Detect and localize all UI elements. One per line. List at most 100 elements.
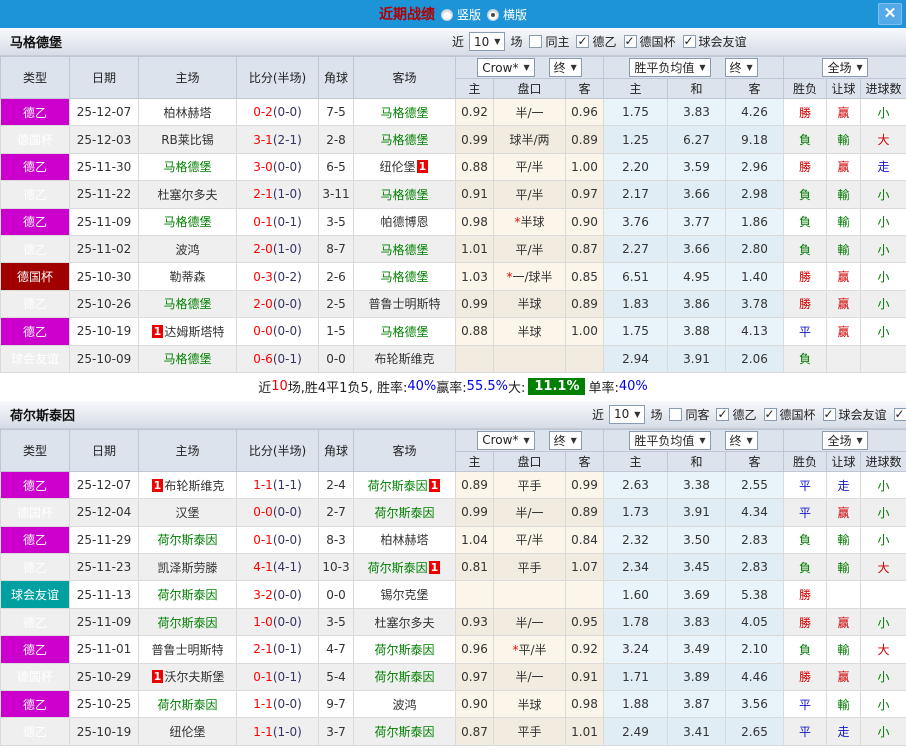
avg-win-odds: 3.76 [603, 207, 669, 236]
match-date: 25-10-30 [69, 262, 139, 291]
handicap-cell: 平/半 [493, 180, 566, 209]
home-odds: 0.87 [455, 717, 494, 746]
handicap-cell: 平手 [493, 553, 566, 582]
checkbox-checked[interactable] [576, 34, 590, 48]
team-name: RB莱比锡 [161, 133, 214, 148]
header-dropdown[interactable]: 终 ▼ [548, 430, 582, 450]
handicap-cell: 平/半 [493, 525, 566, 555]
halftime-score: (0-0) [272, 296, 302, 311]
checkbox-unchecked[interactable] [529, 35, 543, 48]
match-count-dropdown[interactable]: 10 ▼ [609, 404, 646, 424]
radio-selected-icon[interactable] [487, 9, 499, 21]
away-team-cell: 荷尔斯泰因 [353, 662, 456, 692]
handicap-value: 半球 [517, 297, 542, 312]
handicap-value: 平/半 [515, 242, 544, 257]
checkbox-checked[interactable] [763, 407, 777, 421]
chevron-down-icon: ▼ [856, 435, 863, 445]
near-label: 近 [452, 35, 465, 49]
result-outcome: 勝 [783, 580, 828, 609]
home-team-cell: 1 沃尔夫斯堡 [138, 662, 237, 692]
match-row: 德乙 25-10-19 纽伦堡 1-1(1-0) 3-7 荷尔斯泰因 0.87 平手 1.01 2… [0, 717, 906, 746]
avg-draw-odds: 3.83 [667, 607, 727, 637]
header-dropdown[interactable]: 胜平负均值 ▼ [629, 430, 711, 450]
header-dropdown[interactable]: 终 ▼ [548, 58, 582, 77]
checkbox-checked[interactable] [716, 407, 730, 421]
result-outcome: 負 [783, 553, 828, 582]
header-dropdown[interactable]: 全场 ▼ [822, 58, 868, 77]
result-handicap: 輸 [826, 690, 862, 719]
result-outcome: 負 [783, 635, 828, 664]
handicap-value: 平手 [517, 560, 542, 575]
league-filter-label: 德乙 [592, 35, 617, 49]
sub-column-header: 进球数 [860, 450, 906, 472]
team-name: 马格德堡 [380, 105, 429, 120]
checkbox-checked[interactable] [682, 34, 696, 48]
radio-unselected-icon[interactable] [440, 9, 453, 21]
header-dropdown[interactable]: 全场 ▼ [822, 430, 868, 450]
halftime-score: (0-0) [272, 532, 302, 547]
avg-draw-odds: 3.66 [667, 180, 727, 209]
league-filter-label: 德乙 [732, 407, 757, 422]
header-dropdown[interactable]: 胜平负均值 ▼ [629, 58, 711, 77]
close-button[interactable]: ✕ [878, 3, 902, 25]
team-name: 马格德堡 [380, 187, 429, 202]
summary-segment: 40% [618, 379, 648, 395]
checkbox-checked[interactable] [822, 407, 836, 421]
score-cell: 0-1(0-1) [236, 662, 319, 692]
away-odds: 0.95 [564, 607, 605, 637]
rank-badge: 1 [416, 160, 429, 174]
avg-draw-odds: 6.27 [667, 125, 727, 154]
match-date: 25-11-29 [69, 525, 139, 555]
match-count-dropdown[interactable]: 10 ▼ [469, 32, 506, 51]
checkbox-checked[interactable] [623, 34, 637, 48]
avg-win-odds: 2.49 [603, 717, 669, 746]
away-team-cell: 布轮斯维克 [353, 344, 456, 373]
checkbox-unchecked[interactable] [669, 407, 683, 421]
result-outcome: 勝 [783, 262, 828, 291]
avg-win-odds: 2.32 [603, 525, 669, 555]
home-team-cell: 马格德堡 [138, 152, 237, 182]
corner-count: 6-5 [318, 152, 354, 182]
team-name: 马格德堡 [163, 352, 212, 367]
rank-badge: 1 [428, 478, 441, 492]
halftime-score: (0-0) [272, 324, 302, 339]
result-outcome: 勝 [783, 289, 828, 319]
header-dropdown[interactable]: Crow* ▼ [477, 58, 535, 77]
header-dropdown[interactable]: 终 ▼ [724, 430, 758, 450]
header-dropdown[interactable]: 终 ▼ [724, 58, 758, 77]
team-sections: 马格德堡近10▼场同主德乙德国杯球会友谊类型日期主场比分(半场)角球客场Crow… [0, 28, 906, 746]
fulltime-score: 2-1 [253, 642, 273, 657]
avg-draw-odds: 3.45 [667, 553, 727, 582]
home-odds: 0.99 [455, 498, 494, 527]
away-team-cell: 荷尔斯泰因 [353, 498, 456, 527]
away-odds: 0.97 [564, 180, 605, 209]
result-goals: 小 [860, 207, 906, 236]
match-row: 德乙 25-11-09 荷尔斯泰因 1-0(0-0) 3-5 杜塞尔多夫 0.93 半/一 0.… [0, 607, 906, 637]
header-dropdown[interactable]: Crow* ▼ [477, 430, 535, 450]
team-section: 马格德堡近10▼场同主德乙德国杯球会友谊类型日期主场比分(半场)角球客场Crow… [0, 28, 906, 401]
team-name: 荷尔斯泰因 [157, 697, 218, 712]
match-row: 德乙 25-12-07 1 布轮斯维克 1-1(1-1) 2-4 荷尔斯泰因 1 0.89 平手 0… [0, 470, 906, 500]
away-team-cell: 帕德博恩 [353, 207, 456, 236]
result-goals: 大 [860, 125, 906, 154]
result-goals: 小 [860, 498, 906, 527]
column-header: 类型 [0, 56, 70, 99]
score-cell: 2-0(1-0) [236, 234, 319, 264]
avg-lose-odds: 5.38 [725, 580, 785, 609]
group-dropdowns: Crow* ▼ 终 ▼ [456, 430, 603, 450]
away-odds: 0.98 [564, 690, 605, 719]
result-outcome: 勝 [783, 662, 828, 692]
result-outcome: 負 [783, 125, 828, 154]
result-goals: 小 [860, 662, 906, 692]
result-goals: 小 [860, 717, 906, 746]
avg-draw-odds: 3.50 [667, 525, 727, 555]
checkbox-checked[interactable] [893, 407, 906, 421]
same-venue-label: 同客 [685, 407, 710, 422]
result-outcome: 平 [783, 470, 828, 500]
result-outcome: 負 [783, 525, 828, 555]
match-type-badge: 德乙 [0, 180, 70, 209]
handicap-cell: 半/一 [493, 607, 566, 637]
dropdown-value: 终 [553, 61, 566, 75]
filter-controls: 近10▼场同客德乙德国杯球会友谊德甲 [592, 404, 906, 424]
match-row: 德国杯 25-12-03 RB莱比锡 3-1(2-1) 2-8 马格德堡 0.99 球半/两 0… [0, 125, 906, 154]
